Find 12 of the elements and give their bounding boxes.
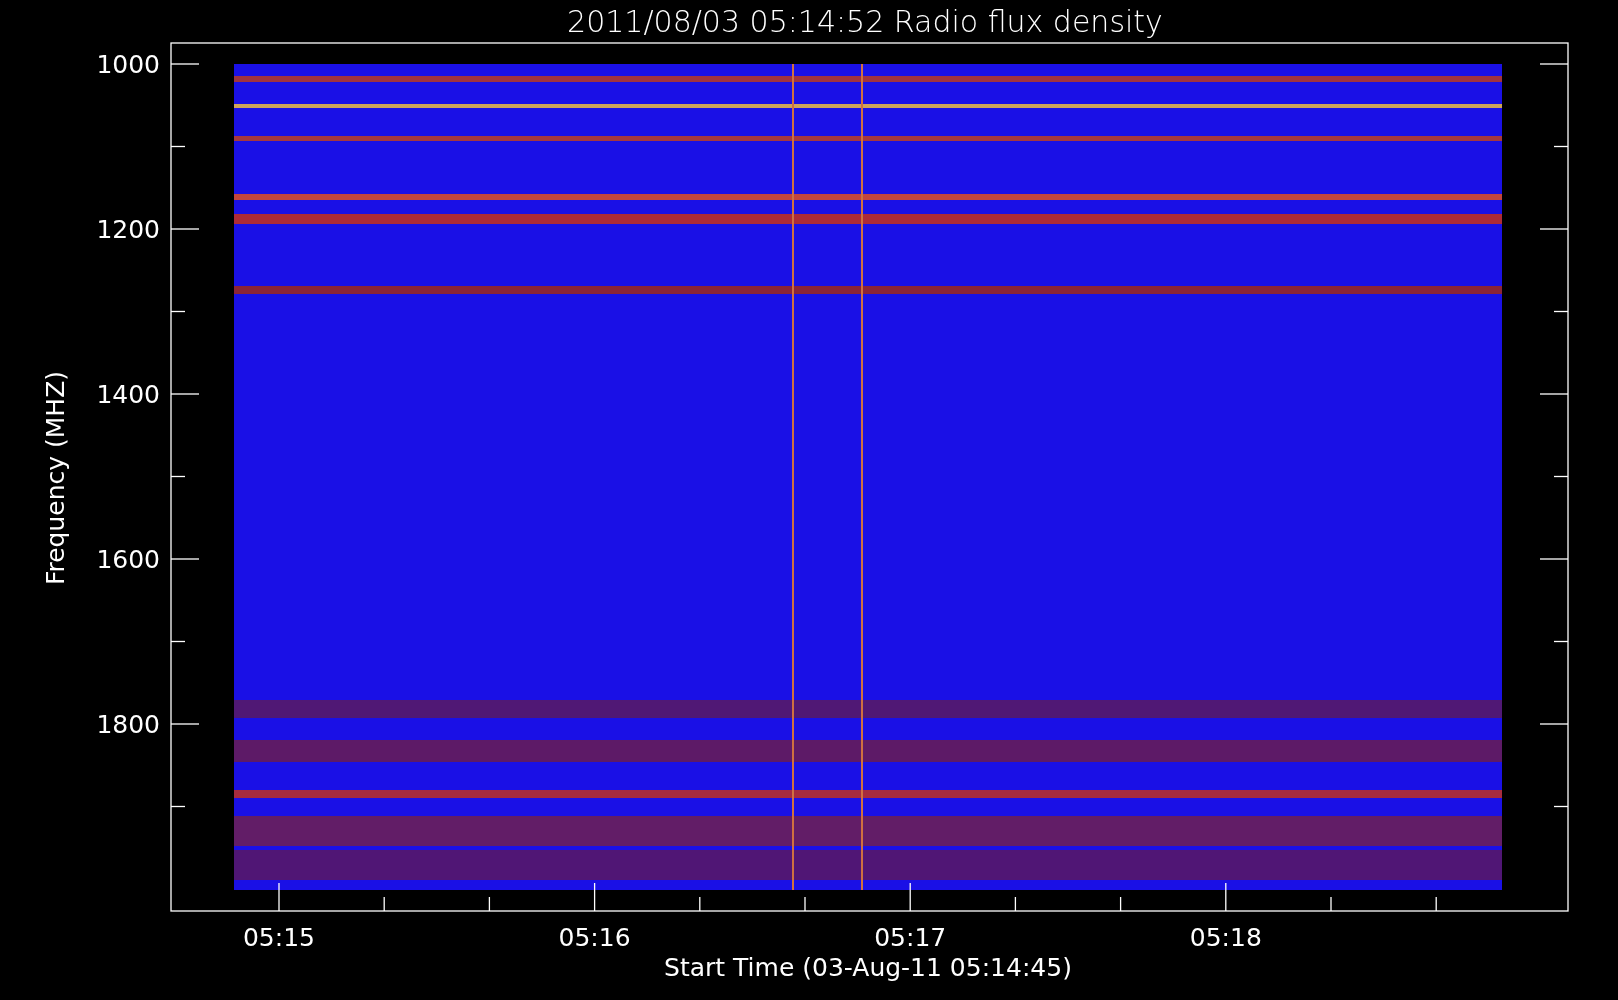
tick-label: 05:16 (558, 923, 631, 952)
tick-label: 05:18 (1189, 923, 1262, 952)
tick-label: 1200 (96, 215, 160, 244)
tick-label: 1800 (96, 710, 160, 739)
axis-label: Start Time (03-Aug-11 05:14:45) (664, 953, 1072, 982)
plot-title: 2011/08/03 05:14:52 Radio flux density (567, 4, 1163, 39)
tick-label: 1000 (96, 50, 160, 79)
tick-label: 1600 (96, 545, 160, 574)
axis-label: Frequency (MHZ) (41, 370, 70, 586)
tick-label: 05:17 (874, 923, 947, 952)
tick-label: 05:15 (243, 923, 315, 952)
tick-label: 1400 (96, 380, 160, 409)
